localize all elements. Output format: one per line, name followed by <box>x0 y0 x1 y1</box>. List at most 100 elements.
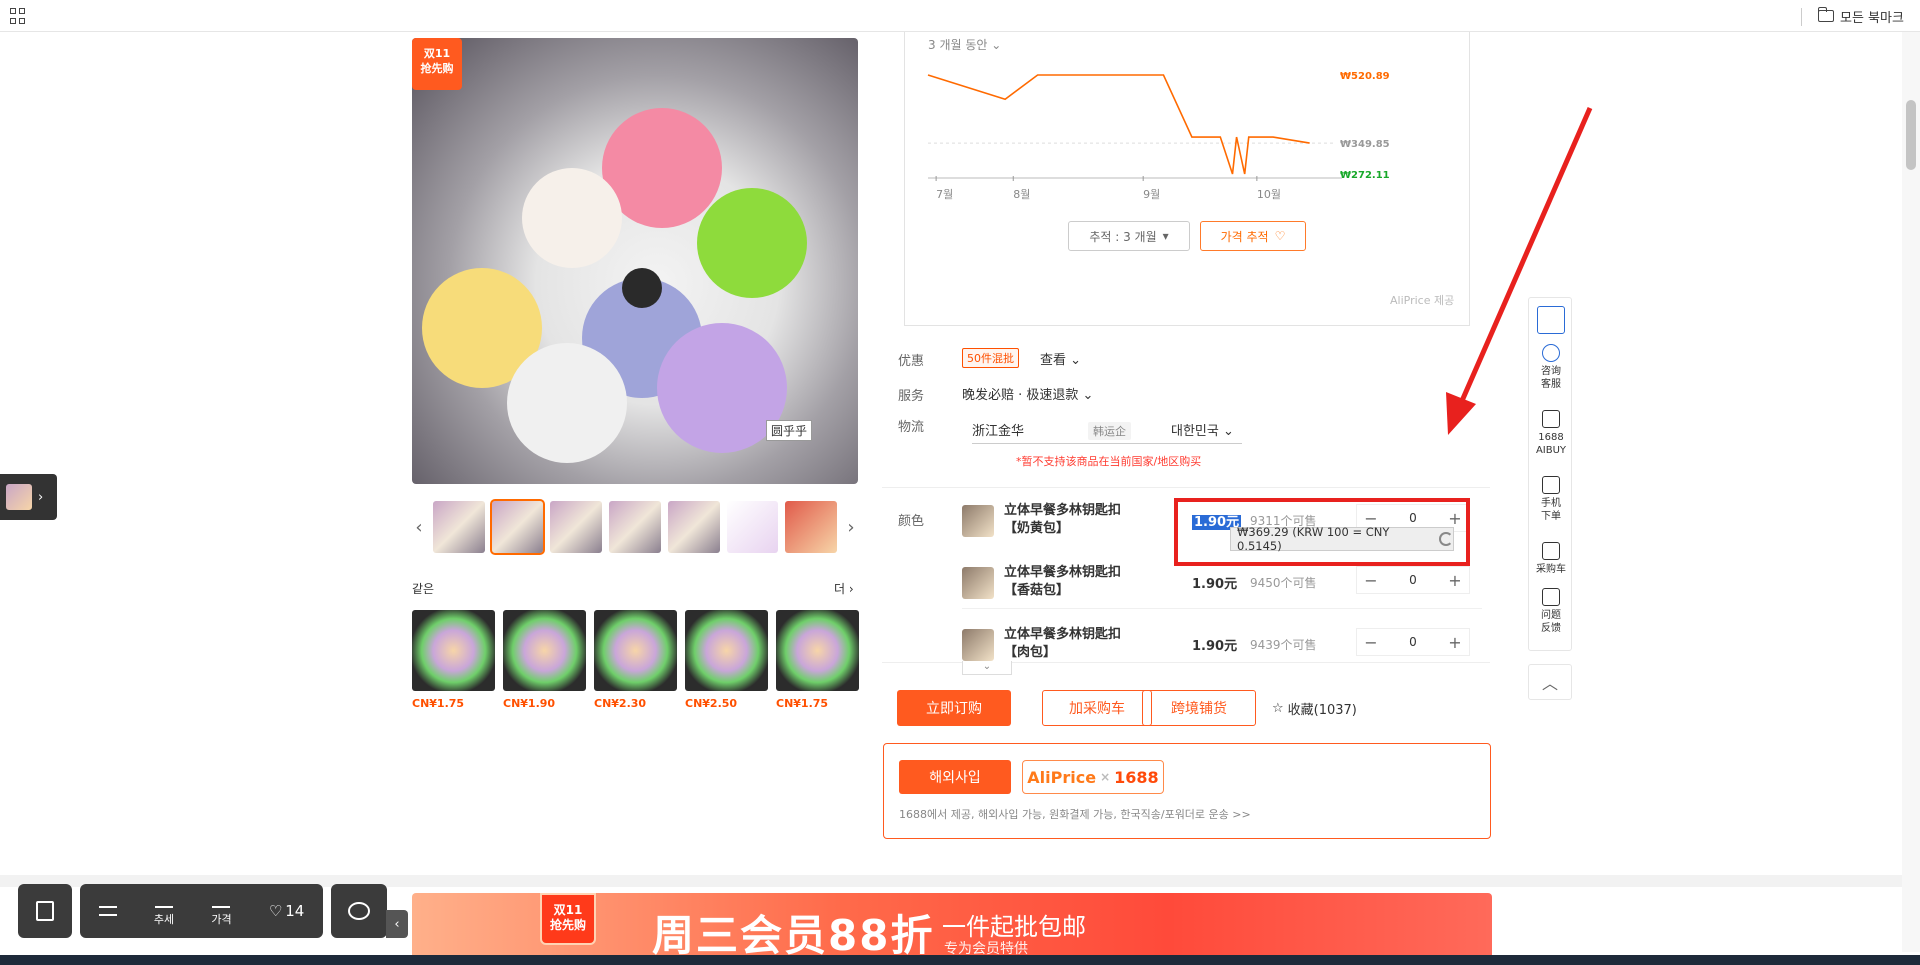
quantity-value[interactable]: 0 <box>1409 635 1417 649</box>
trend-button[interactable]: 추세 <box>154 896 174 927</box>
bookmarks-separator <box>1801 8 1802 26</box>
back-to-top-button[interactable]: ︿ <box>1528 664 1572 700</box>
thumbnail[interactable] <box>667 501 720 553</box>
currency-tooltip: ₩369.29 (KRW 100 = CNY 0.5145) <box>1230 525 1454 553</box>
variant-image[interactable] <box>962 629 994 661</box>
plus-button[interactable]: + <box>1441 571 1469 590</box>
thumbnail[interactable] <box>609 501 661 553</box>
cart-tool-label: 采购车 <box>1536 564 1566 575</box>
x-tick-label: 9월 <box>1143 188 1160 201</box>
plus-button[interactable]: + <box>1441 633 1469 652</box>
product-thumb-icon <box>6 484 32 510</box>
expand-variants-button[interactable]: ⌄ <box>962 661 1012 675</box>
similar-item[interactable]: CN¥2.50 <box>685 610 768 710</box>
similar-price: CN¥2.50 <box>685 697 738 710</box>
similar-image <box>776 610 859 691</box>
price-track-button[interactable]: 가격 추적 ♡ <box>1200 221 1306 251</box>
thumbnail-strip: ‹ › <box>412 499 858 555</box>
price-label: 가격 <box>211 912 232 926</box>
overseas-description-link[interactable]: 1688에서 제공, 해외사입 가능, 원화결제 가능, 한국직송/포워더로 운… <box>899 806 1251 822</box>
cart-icon <box>1542 542 1560 560</box>
all-bookmarks-button[interactable]: 모든 북마크 <box>1817 7 1904 26</box>
main-product-image[interactable] <box>412 38 858 484</box>
shopping-bag-icon <box>36 901 54 921</box>
mobile-order-label: 手机 下单 <box>1541 498 1561 522</box>
promo-label: 优惠 <box>898 354 925 369</box>
aliprice-dock: 추세 가격 ♡ 14 <box>80 884 323 938</box>
minus-button[interactable]: − <box>1357 633 1385 652</box>
minus-button[interactable]: − <box>1357 571 1385 590</box>
variant-row: 立体早餐多林钥匙扣【香菇包】 1.90元 9450个可售 − 0 + <box>962 564 1482 610</box>
divider <box>882 487 1490 488</box>
variant-row: 立体早餐多林钥匙扣【肉包】 1.90元 9439个可售 − 0 + <box>962 626 1482 672</box>
page-scrollbar-track[interactable] <box>1902 32 1920 952</box>
similar-item[interactable]: CN¥1.75 <box>412 610 495 710</box>
variant-image[interactable] <box>962 505 994 537</box>
chat-button[interactable] <box>331 884 387 938</box>
currency-tooltip-text: ₩369.29 (KRW 100 = CNY 0.5145) <box>1237 525 1390 553</box>
price-series-line <box>927 74 1310 175</box>
variant-stock: 9439个可售 <box>1250 638 1317 652</box>
color-label: 颜色 <box>898 514 925 529</box>
thumbnail[interactable] <box>726 501 779 553</box>
thumbnail[interactable] <box>550 501 603 553</box>
thumbs-next-icon[interactable]: › <box>844 517 858 538</box>
folder-icon <box>1817 7 1834 22</box>
chevron-left-icon: ‹ <box>394 916 400 932</box>
promo-tag: 50件混批 <box>962 348 1019 368</box>
x-tick-label: 7월 <box>936 188 953 201</box>
refresh-icon[interactable] <box>1439 532 1453 546</box>
quantity-value[interactable]: 0 <box>1409 573 1417 587</box>
apps-grid-icon[interactable] <box>10 8 26 24</box>
edit-icon <box>1542 588 1560 606</box>
page-scrollbar-thumb[interactable] <box>1906 100 1916 170</box>
os-taskbar <box>0 955 1920 965</box>
likes-button[interactable]: ♡ 14 <box>269 902 305 920</box>
similar-item[interactable]: CN¥1.75 <box>776 610 859 710</box>
cart-tool[interactable]: 采购车 <box>1529 542 1573 576</box>
promo-view-dropdown[interactable]: 查看 ⌄ <box>1040 349 1081 368</box>
favorite-button[interactable]: ☆ 收藏(1037) <box>1272 699 1357 718</box>
dock-collapse-button[interactable]: ‹ <box>386 910 408 938</box>
similar-more-link[interactable]: 더 › <box>834 580 854 597</box>
ship-to-dropdown[interactable]: 대한민국 ⌄ <box>1171 420 1234 439</box>
similar-item[interactable]: CN¥1.90 <box>503 610 586 710</box>
likes-count: 14 <box>285 902 305 920</box>
eject-icon <box>98 906 117 916</box>
banner-badge: 双11 抢先购 <box>540 893 596 945</box>
caret-down-icon: ▾ <box>1162 229 1169 243</box>
thumbnail[interactable] <box>785 501 838 553</box>
variant-image[interactable] <box>962 567 994 599</box>
service-dropdown[interactable]: 晚发必赔 · 极速退款 ⌄ <box>962 384 1093 403</box>
variant-name: 立体早餐多林钥匙扣【奶黄包】 <box>1004 503 1122 536</box>
favorite-label: 收藏(1037) <box>1287 703 1357 718</box>
quantity-stepper: − 0 + <box>1356 566 1470 594</box>
brand-aliprice: AliPrice <box>1027 767 1097 787</box>
add-to-cart-button[interactable]: 加采购车 <box>1042 690 1152 726</box>
carrier-tag: 韩运企 <box>1088 422 1131 440</box>
similar-item[interactable]: CN¥2.30 <box>594 610 677 710</box>
floating-product-tab[interactable]: › <box>0 474 57 520</box>
thumbnail-selected[interactable] <box>489 499 546 555</box>
feedback-tool[interactable]: 问题 反馈 <box>1529 588 1573 635</box>
track-period-button[interactable]: 추적 : 3 개월 ▾ <box>1068 221 1190 251</box>
price-track-label: 가격 추적 <box>1220 229 1269 244</box>
image-caption: 圆乎乎 <box>766 420 813 441</box>
shopping-bag-button[interactable] <box>18 884 72 938</box>
thumbs-prev-icon[interactable]: ‹ <box>412 517 426 538</box>
thumbnail-video[interactable] <box>432 501 485 553</box>
annotation-arrow <box>1446 106 1593 435</box>
overseas-purchase-button[interactable]: 해외사입 <box>899 760 1011 794</box>
star-icon: ☆ <box>1272 701 1284 716</box>
price-button[interactable]: 가격 <box>211 896 232 927</box>
aliprice-1688-badge: AliPrice × 1688 <box>1022 760 1164 794</box>
x-tick-label: 10월 <box>1257 188 1281 201</box>
mobile-order-tool[interactable]: 手机 下单 <box>1529 476 1573 523</box>
variant-name: 立体早餐多林钥匙扣【香菇包】 <box>1004 565 1122 598</box>
min-price-label: ₩272.11 <box>1340 170 1390 181</box>
buy-now-button[interactable]: 立即订购 <box>897 690 1011 726</box>
eject-button[interactable] <box>98 906 117 916</box>
heart-icon: ♡ <box>268 902 283 920</box>
cross-border-button[interactable]: 跨境铺货 <box>1142 690 1256 726</box>
double11-badge: 双11 抢先购 <box>412 38 462 90</box>
